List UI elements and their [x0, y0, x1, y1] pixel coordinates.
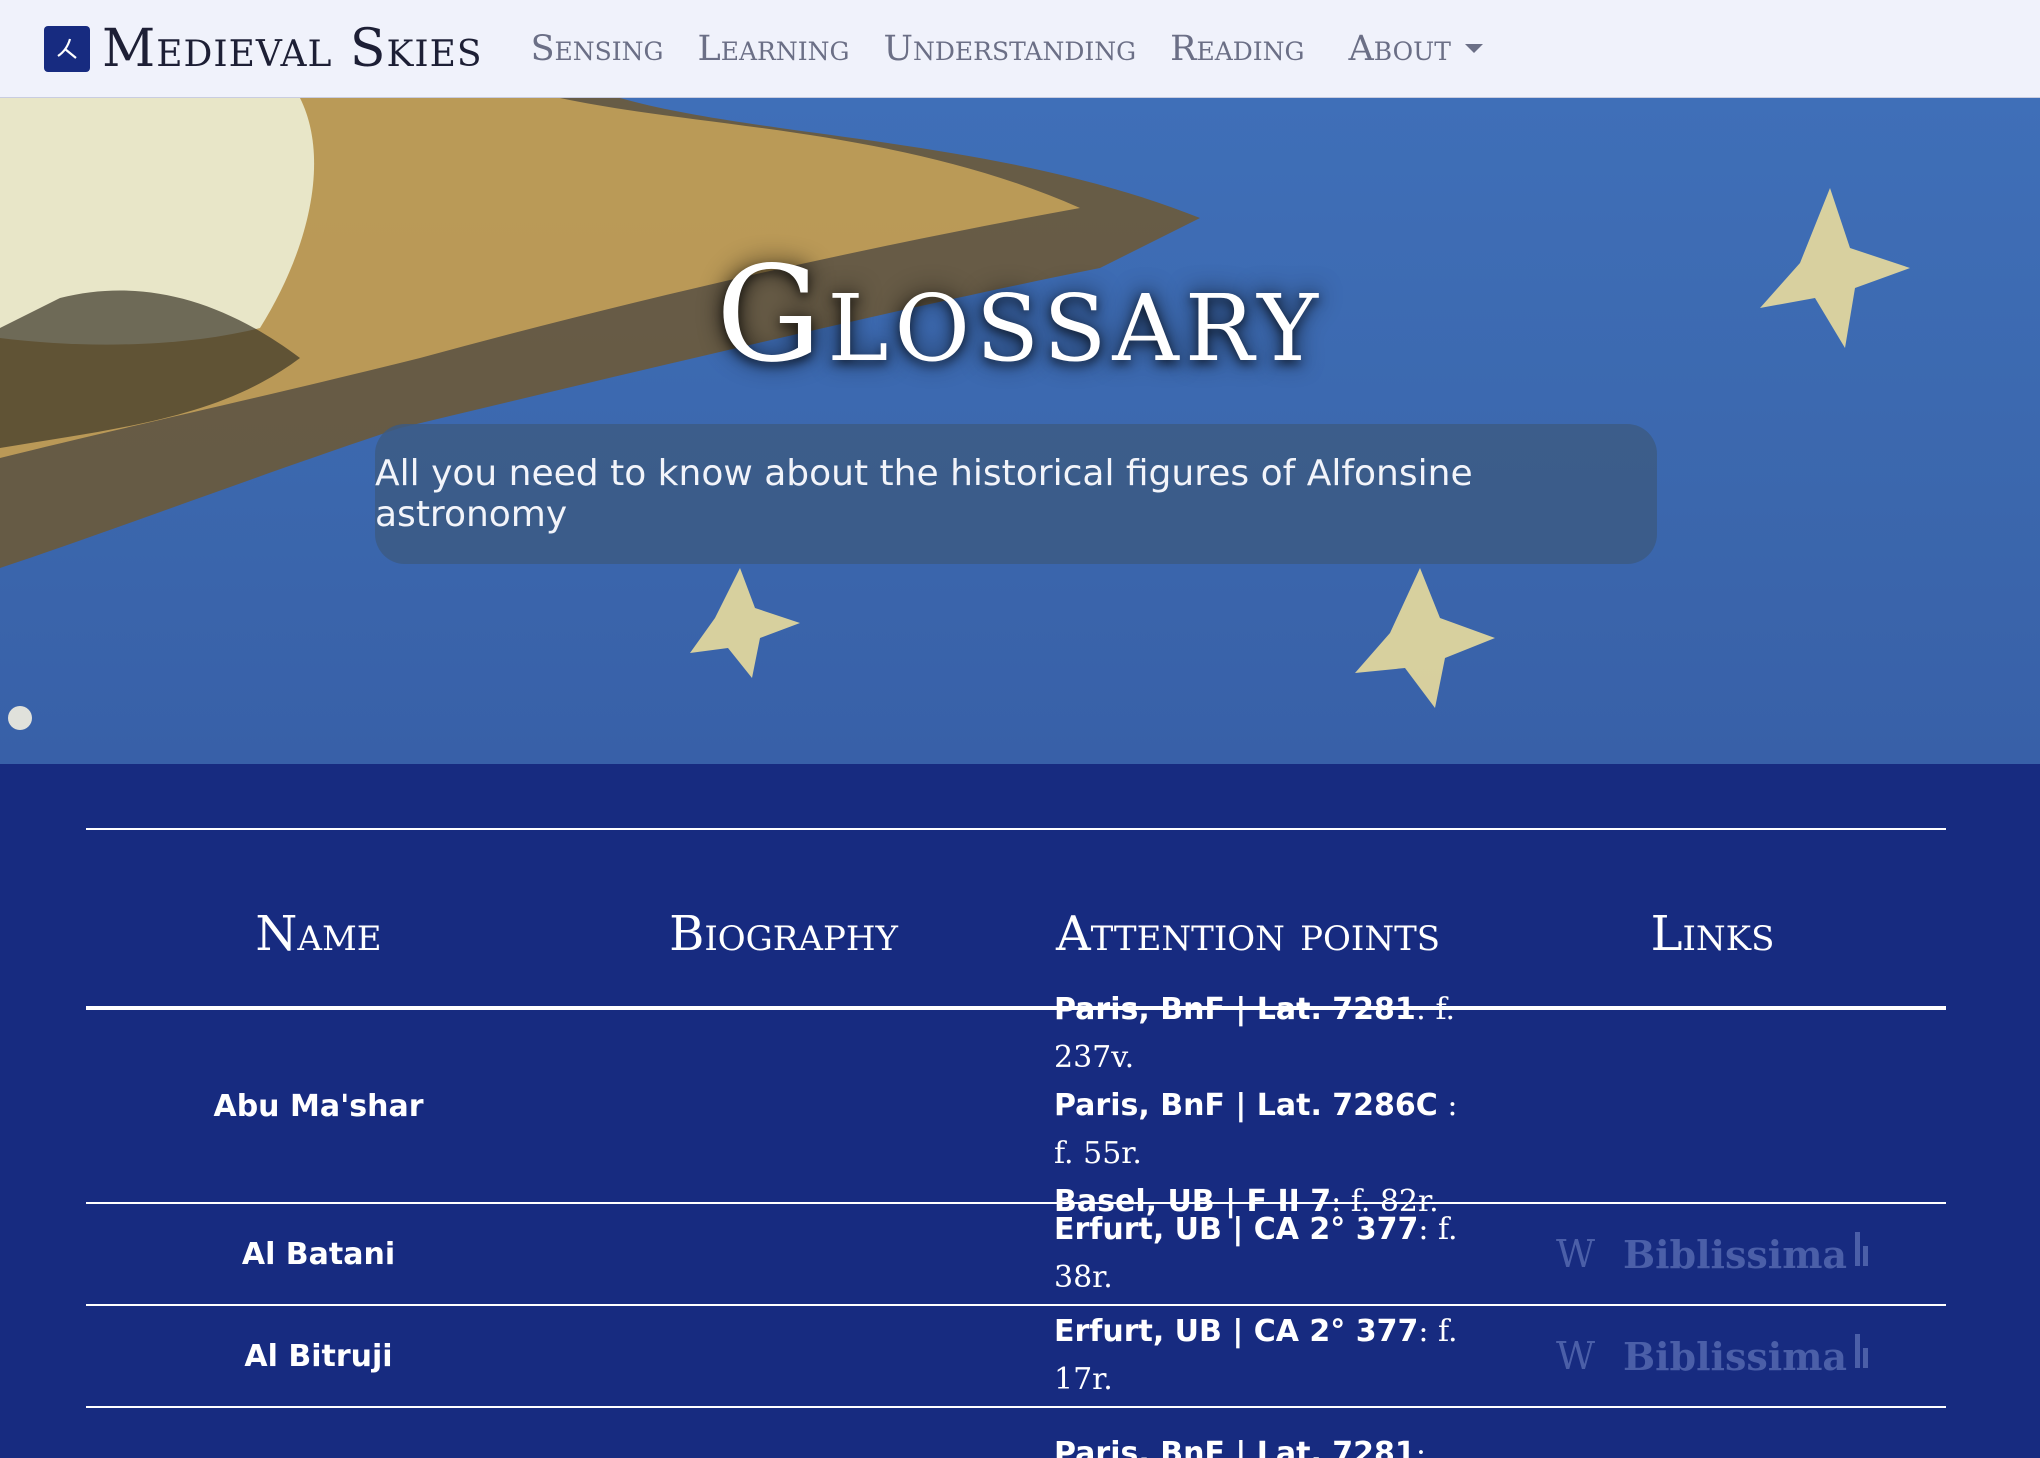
biblissima-label: Biblissima: [1623, 1333, 1848, 1379]
biblissima-logo-icon: [1855, 1333, 1871, 1368]
table-row: Al Bitruji Erfurt, UB | CA 2° 377: f. 17…: [86, 1306, 1946, 1408]
cell-name: Abu Ma'shar: [213, 1088, 424, 1124]
biblissima-logo-icon: [1855, 1231, 1871, 1266]
cell-links: W Biblissima: [1481, 1231, 1946, 1277]
nav-dropdown-about[interactable]: About: [1349, 29, 1483, 69]
biblissima-link[interactable]: Biblissima: [1623, 1231, 1871, 1277]
nav-link-reading[interactable]: Reading: [1170, 29, 1304, 69]
table-row: Paris, BnF | Lat. 7281: binding: [86, 1408, 1946, 1458]
column-header-attention-points: Attention points: [1055, 906, 1441, 962]
page-title: Glossary: [715, 238, 1324, 392]
brand-logo-icon: [44, 25, 90, 72]
wikipedia-link[interactable]: W: [1556, 1232, 1595, 1276]
table-row: Al Batani Erfurt, UB | CA 2° 377: f. 38r…: [86, 1204, 1946, 1306]
nav-about-label: About: [1348, 28, 1451, 69]
column-header-links: Links: [1650, 906, 1775, 962]
cell-links: W Biblissima: [1481, 1333, 1946, 1379]
cell-attention-points: Paris, BnF | Lat. 7281: f. 237v. Paris, …: [1016, 986, 1481, 1226]
attention-item: Paris, BnF | Lat. 7286C : f. 55r.: [1054, 1088, 1458, 1171]
cell-name: Al Batani: [241, 1236, 396, 1272]
brand-name: Medieval Skies: [102, 18, 483, 79]
navbar: Medieval Skies Sensing Learning Understa…: [0, 0, 2040, 98]
hero-banner: Glossary All you need to know about the …: [0, 98, 2040, 764]
glossary-table: Name Biography Attention points Links Ab…: [86, 828, 1946, 1458]
cell-name: Al Bitruji: [244, 1338, 393, 1374]
attention-item: Erfurt, UB | CA 2° 377: f. 17r.: [1054, 1314, 1458, 1397]
nav-link-learning[interactable]: Learning: [698, 29, 850, 69]
cell-attention-points: Paris, BnF | Lat. 7281: binding: [1016, 1430, 1481, 1458]
biblissima-label: Biblissima: [1623, 1231, 1848, 1277]
attention-item: Erfurt, UB | CA 2° 377: f. 38r.: [1054, 1212, 1458, 1295]
nav-link-sensing[interactable]: Sensing: [531, 29, 664, 69]
biblissima-link[interactable]: Biblissima: [1623, 1333, 1871, 1379]
table-header: Name Biography Attention points Links: [86, 828, 1946, 1010]
nav-links: Sensing Learning Understanding Reading A…: [531, 29, 1517, 69]
attention-item: Paris, BnF | Lat. 7281: f. 237v.: [1054, 992, 1456, 1075]
brand[interactable]: Medieval Skies: [44, 19, 483, 79]
table-row: Abu Ma'shar Paris, BnF | Lat. 7281: f. 2…: [86, 992, 1946, 1219]
column-header-biography: Biography: [669, 906, 898, 962]
cell-attention-points: Erfurt, UB | CA 2° 377: f. 38r.: [1016, 1206, 1481, 1302]
cell-attention-points: Erfurt, UB | CA 2° 377: f. 17r.: [1016, 1308, 1481, 1404]
column-header-name: Name: [255, 906, 382, 962]
nav-link-understanding[interactable]: Understanding: [883, 29, 1136, 69]
page-subtitle: All you need to know about the historica…: [375, 424, 1657, 564]
wikipedia-link[interactable]: W: [1556, 1334, 1595, 1378]
attention-item: Paris, BnF | Lat. 7281: binding: [1054, 1436, 1426, 1458]
caret-down-icon: [1464, 44, 1483, 53]
